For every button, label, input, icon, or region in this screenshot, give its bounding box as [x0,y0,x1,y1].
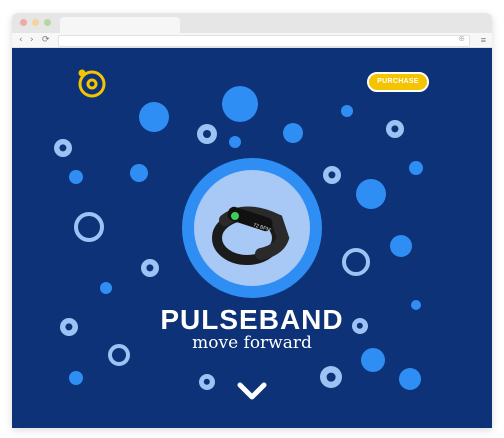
fitness-band-image: 72 BPM [212,206,290,265]
decor-ring-dot [320,366,342,388]
browser-menu-button[interactable]: ≡ [481,33,486,47]
decor-ring-dot [141,259,159,277]
page-viewport: PURCHASE 72 BPM PULSEBAND move forward [12,48,492,428]
decor-bubble [399,368,421,390]
decor-bubble [69,170,83,184]
browser-window: ‹ › ⟳ ⊕ ≡ PURCHASE 72 BPM PULSEBAND move… [12,13,492,428]
back-button[interactable]: ‹ [19,33,23,47]
chevron-down-icon[interactable] [236,380,268,402]
decor-bubble [356,179,386,209]
purchase-button[interactable]: PURCHASE [367,72,429,92]
decor-ring-dot [386,120,404,138]
decor-ring [342,248,370,276]
browser-tab[interactable] [60,17,180,33]
browser-toolbar: ‹ › ⟳ ⊕ ≡ [12,33,492,48]
forward-button[interactable]: › [30,33,34,47]
maximize-window-button[interactable] [44,19,51,26]
reload-button[interactable]: ⟳ [42,33,50,47]
extension-icon[interactable]: ⊕ [458,34,465,43]
decor-bubble [100,282,112,294]
decor-bubble [130,164,148,182]
decor-ring-dot [323,166,341,184]
address-bar[interactable]: ⊕ [58,34,470,47]
decor-ring-dot [197,124,217,144]
decor-bubble [409,161,423,175]
decor-bubble [139,102,169,132]
decor-bubble [229,136,241,148]
minimize-window-button[interactable] [32,19,39,26]
page-subtitle: move forward [192,333,312,353]
decor-bubble [341,105,353,117]
close-window-button[interactable] [20,19,27,26]
decor-bubble [283,123,303,143]
browser-titlebar [12,13,492,33]
decor-bubble [69,371,83,385]
decor-ring [74,212,104,242]
decor-ring-dot [199,374,215,390]
decor-ring-dot [54,139,72,157]
page-title: PULSEBAND [160,304,344,335]
decor-bubble [222,86,258,122]
decor-bubble [390,235,412,257]
orbit-logo-icon[interactable] [74,66,108,100]
